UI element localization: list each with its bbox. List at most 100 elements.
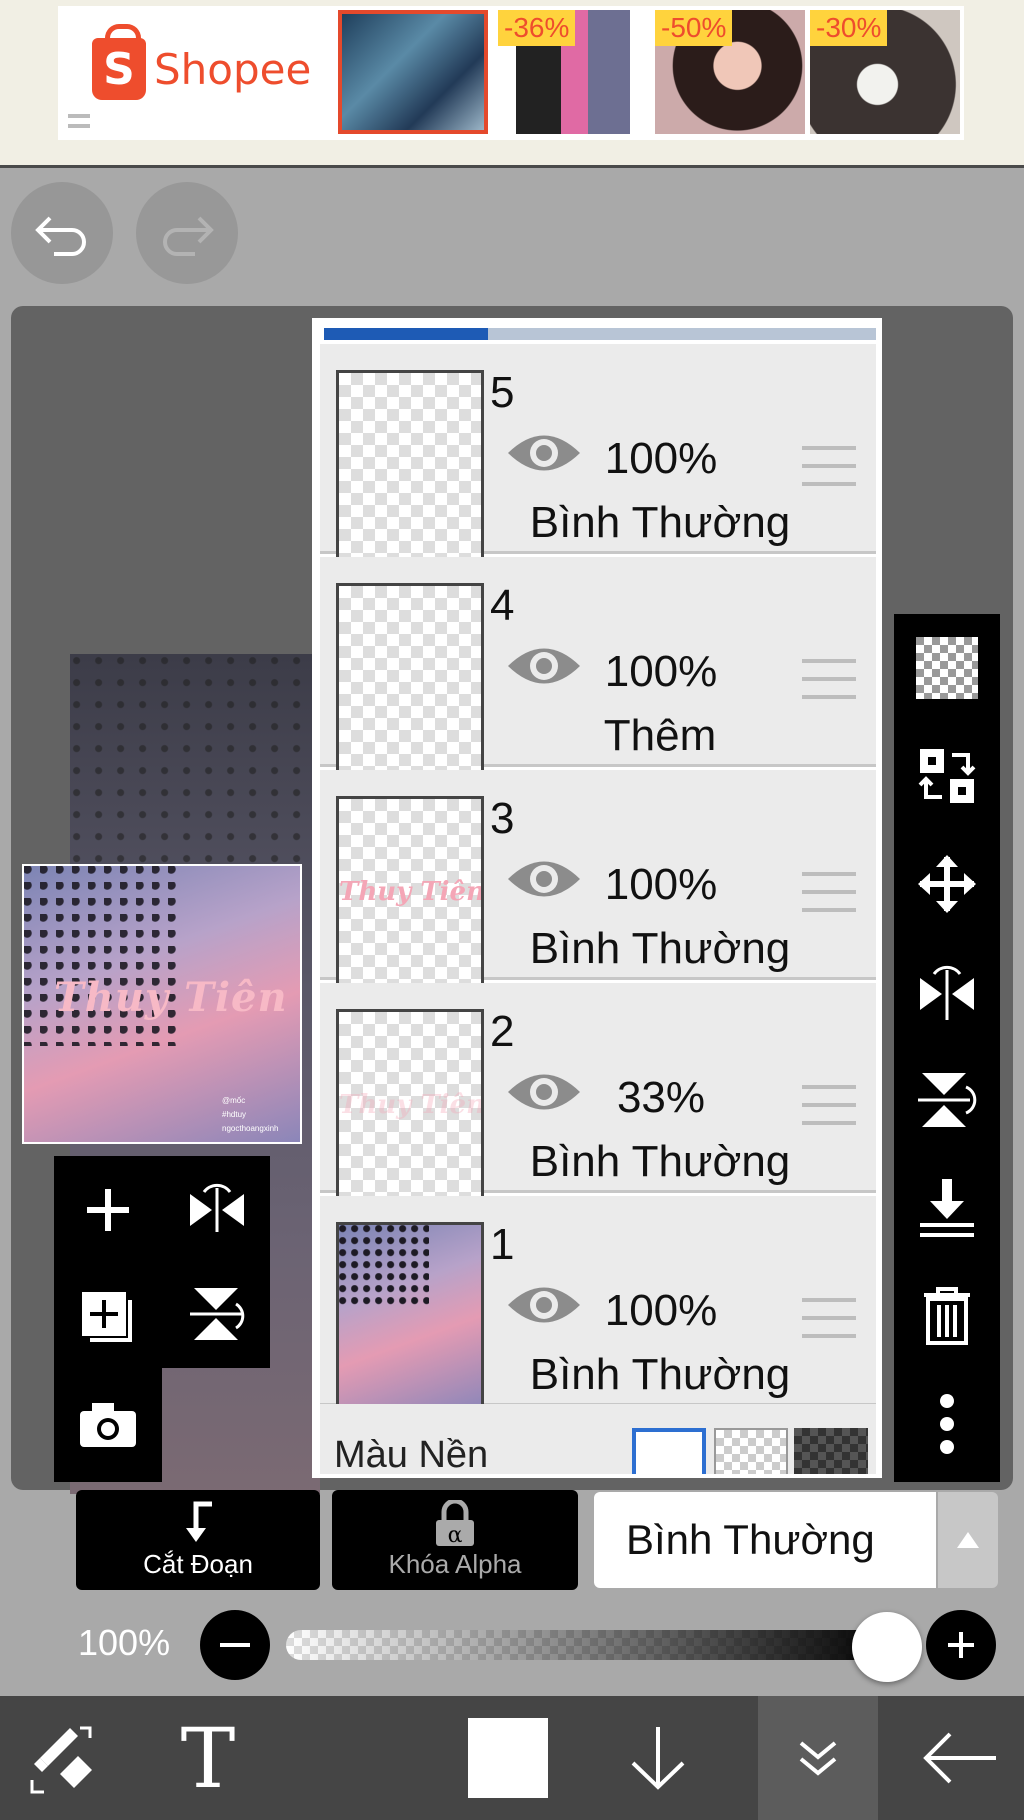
ad-product-2[interactable]: -36% [498,10,648,134]
discount-badge: -50% [655,10,733,46]
add-layer-button[interactable] [54,1156,162,1264]
flip-horizontal-button[interactable] [186,1182,248,1243]
layer-opacity: 100% [604,1286,718,1335]
delete-layer-button[interactable] [894,1262,1000,1370]
ad-product-4[interactable]: -30% [810,10,960,134]
opacity-slider-handle[interactable] [852,1612,922,1682]
layer-row-4[interactable]: 4 100% Thêm [320,557,876,775]
brush-eraser-button[interactable] [0,1696,120,1820]
layer-blend-mode: Thêm [603,711,717,760]
layer-thumbnail[interactable]: Thuy Tiên [336,1009,484,1201]
drag-handle-icon[interactable] [802,446,856,486]
layer-thumbnail[interactable] [336,1222,484,1414]
ad-product-3[interactable]: -50% [655,10,805,134]
swap-layer-button[interactable] [894,722,1000,830]
visibility-eye-icon[interactable] [506,428,582,478]
drag-handle-icon[interactable] [802,659,856,699]
background-white-swatch[interactable] [632,1428,706,1474]
visibility-eye-icon[interactable] [506,854,582,904]
flip-horizontal-icon [190,1183,244,1232]
more-options-button[interactable] [894,1370,1000,1478]
layer-opacity: 100% [604,860,718,909]
layers-toggle-button[interactable] [758,1696,878,1820]
layer-row-3[interactable]: Thuy Tiên 3 100% Bình Thường [320,770,876,988]
camera-button[interactable] [54,1368,162,1482]
layer-row-2[interactable]: Thuy Tiên 2 33% Bình Thường [320,983,876,1201]
layer-row-1[interactable]: 1 100% Bình Thường [320,1196,876,1414]
duplicate-layer-button[interactable] [54,1264,162,1372]
ad-product-1[interactable] [338,10,488,134]
transparency-button[interactable] [894,614,1000,722]
visibility-eye-icon[interactable] [506,1067,582,1117]
text-tool-button[interactable]: T [148,1696,268,1820]
background-color-row: Màu Nền [320,1404,876,1474]
layer-toolbar [894,614,1000,1482]
layers-scrollbar[interactable] [324,328,876,340]
drag-handle-icon[interactable] [802,1085,856,1125]
download-button[interactable] [598,1696,718,1820]
plus-icon [87,1189,129,1231]
checker-icon [916,637,978,699]
flip-horizontal-button[interactable] [894,938,1000,1046]
flip-vertical-button[interactable] [186,1284,248,1349]
shopee-brand-label: Shopee [154,44,312,94]
alpha-lock-button[interactable]: α Khóa Alpha [332,1490,578,1590]
background-transparent-swatch[interactable] [714,1428,788,1474]
layer-thumbnail[interactable] [336,583,484,775]
flip-vertical-icon [190,1288,245,1340]
layer-number: 2 [490,1007,515,1056]
credit-line: @mốc [222,1096,246,1105]
scroll-thumb[interactable] [324,328,488,340]
arrow-down-icon [631,1727,685,1790]
ad-banner[interactable]: S Shopee -36% -50% -30% [0,0,1024,168]
discount-badge: -30% [810,10,888,46]
swap-icon [918,749,976,803]
flip-vertical-icon [918,1073,977,1127]
drag-handle-icon[interactable] [802,872,856,912]
layer-row-5[interactable]: 5 100% Bình Thường [320,344,876,562]
credit-line: ngocthoangxinh [222,1124,279,1133]
opacity-slider[interactable] [286,1630,894,1660]
blend-mode-select[interactable]: Bình Thường [594,1492,936,1588]
clipping-label: Cắt Đoạn [143,1549,253,1579]
undo-button[interactable] [11,182,113,284]
layer-opacity: 100% [604,647,718,696]
move-icon [918,855,976,913]
more-vertical-icon [940,1394,954,1454]
flip-horizontal-icon [920,965,974,1020]
merge-down-button[interactable] [894,1154,1000,1262]
layers-panel[interactable]: 5 100% Bình Thường 4 100% Thêm Thuy Tiên… [312,318,882,1478]
layer-number: 1 [490,1220,515,1269]
svg-text:α: α [448,1523,463,1548]
opacity-decrease-button[interactable] [200,1610,270,1680]
flip-tools [162,1156,270,1368]
redo-icon [163,216,214,256]
move-button[interactable] [894,830,1000,938]
discount-badge: -36% [498,10,576,46]
layer-preview-text: Thuy Tiên [339,877,484,907]
shopee-logo[interactable]: S Shopee [92,24,312,100]
layer-blend-mode: Bình Thường [529,1350,791,1399]
artwork-credits: @mốc #hdtuy ngocthoangxinh [222,1094,279,1136]
opacity-increase-button[interactable] [926,1610,996,1680]
flip-vertical-button[interactable] [894,1046,1000,1154]
layer-thumbnail[interactable] [336,370,484,562]
clipping-button[interactable]: Cắt Đoạn [76,1490,320,1590]
layer-blend-mode: Bình Thường [529,498,791,547]
layer-number: 3 [490,794,515,843]
lock-icon: α [436,1500,474,1548]
drag-handle-icon[interactable] [802,1298,856,1338]
redo-button[interactable] [136,182,238,284]
color-picker-button[interactable] [448,1696,568,1820]
layer-thumbnail[interactable]: Thuy Tiên [336,796,484,988]
back-button[interactable] [900,1696,1020,1820]
shopee-bag-icon: S [92,24,146,100]
duplicate-layer-icon [82,1292,132,1342]
artwork-preview[interactable]: Thuy Tiên @mốc #hdtuy ngocthoangxinh [22,864,302,1144]
current-color-swatch [468,1718,548,1798]
visibility-eye-icon[interactable] [506,1280,582,1330]
visibility-eye-icon[interactable] [506,641,582,691]
ad-menu-icon[interactable] [68,114,90,128]
blend-mode-dropdown-button[interactable] [938,1492,998,1588]
background-dark-swatch[interactable] [794,1428,868,1474]
